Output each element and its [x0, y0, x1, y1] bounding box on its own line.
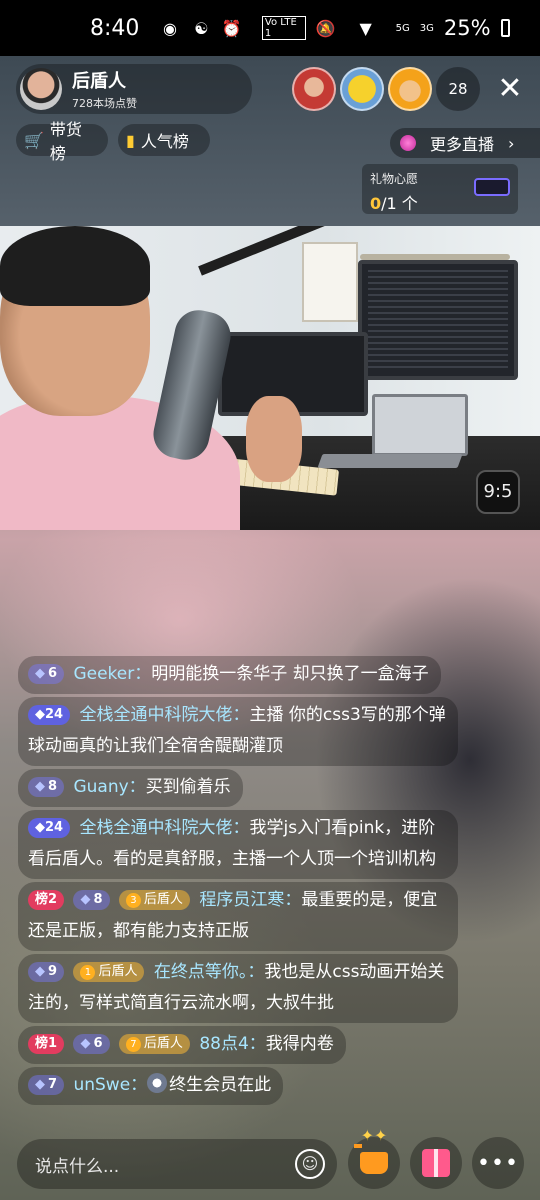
video-laptop-base — [317, 454, 463, 468]
emoji-icon[interactable]: ☺ — [295, 1149, 325, 1179]
sales-rank-button[interactable]: 🛒 带货榜 — [16, 120, 108, 163]
fan-badge: 7 后盾人 — [118, 1034, 190, 1054]
cart-icon: 🛒 — [24, 130, 44, 150]
chevron-right-icon: › — [508, 133, 515, 153]
chat-username[interactable]: 88点4： — [199, 1034, 265, 1054]
viewer-avatar[interactable] — [292, 67, 336, 111]
diamond-icon: ◆ — [35, 1077, 45, 1092]
fan-heart-icon: 3 — [125, 893, 141, 908]
status-time: 8:40 — [90, 15, 140, 41]
chat-message[interactable]: ◆24 全栈全通中科院大佬：我学js入门看pink，进阶看后盾人。看的是真舒服，… — [18, 810, 458, 879]
viewer-avatar[interactable] — [340, 67, 384, 111]
chat-message[interactable]: 榜1 ◆ 6 7 后盾人 88点4：我得内卷 — [18, 1026, 346, 1064]
status-bar: 8:40 ◉ ☯ ⏰ Vo LTE 1 🔕 ▼ 5G 3G 25% — [0, 0, 540, 56]
diamond-icon: ◆ — [35, 964, 45, 979]
chat-message[interactable]: ◆ 6 Geeker：明明能换一条华子 却只换了一盒海子 — [18, 656, 441, 694]
gift-wish-total: /1 个 — [381, 194, 418, 213]
viewer-avatar[interactable] — [388, 67, 432, 111]
chat-text: 明明能换一条华子 却只换了一盒海子 — [151, 664, 429, 684]
chat-username[interactable]: Geeker： — [73, 664, 151, 684]
host-info-pill[interactable]: 后盾人 728本场点赞 — [16, 64, 252, 114]
level-badge: ◆ 8 — [73, 890, 110, 910]
diamond-icon: ◆ — [80, 1036, 91, 1051]
video-clock: 9:5 — [476, 470, 520, 514]
level-badge: ◆ 8 — [28, 777, 65, 797]
sales-rank-label: 带货榜 — [49, 120, 82, 163]
shop-cart-button[interactable] — [348, 1137, 400, 1189]
gift-wish-card[interactable]: 礼物心愿 0/1 个 — [362, 164, 518, 214]
fan-heart-icon: 1 — [80, 965, 96, 980]
chat-message[interactable]: ◆ 9 1 后盾人 在终点等你。：我也是从css动画开始关注的，写样式简直行云流水啊… — [18, 954, 458, 1023]
cat-icon — [147, 1073, 168, 1093]
close-icon[interactable]: ✕ — [494, 70, 526, 108]
diamond-icon: ◆ — [35, 779, 45, 794]
more-live-button[interactable]: 更多直播 › — [390, 128, 540, 158]
level-badge: ◆ 7 — [28, 1075, 65, 1095]
fan-badge: 3 后盾人 — [118, 890, 190, 910]
more-dots-icon: ••• — [477, 1150, 519, 1176]
more-button[interactable]: ••• — [472, 1137, 524, 1189]
comment-input[interactable]: 说点什么... ☺ — [17, 1139, 337, 1189]
rank-badge: 榜2 — [28, 890, 65, 910]
chat-text: 终生会员在此 — [169, 1075, 272, 1095]
video-laptop — [372, 394, 468, 456]
host-name: 后盾人 — [72, 71, 126, 92]
diamond-icon: ◆ — [80, 892, 91, 907]
video-hand — [246, 396, 302, 482]
battery-icon — [500, 19, 511, 37]
host-avatar[interactable] — [20, 68, 62, 110]
host-likes: 728本场点赞 — [72, 97, 137, 110]
video-monitor-right — [358, 260, 518, 380]
level-badge: ◆ 6 — [28, 664, 65, 684]
chat-message[interactable]: ◆ 8 Guany：买到偷着乐 — [18, 769, 243, 807]
chat-message[interactable]: ◆24 全栈全通中科院大佬：主播 你的css3写的那个弹球动画真的让我们全宿舍醍… — [18, 697, 458, 766]
level-badge: ◆24 — [28, 818, 71, 838]
popularity-rank-button[interactable]: ▮ 人气榜 — [118, 124, 210, 156]
chat-username[interactable]: 全栈全通中科院大佬： — [80, 818, 250, 838]
live-dot-icon — [400, 135, 416, 151]
sunglasses-gift-icon — [474, 178, 510, 196]
diamond-icon: ◆ — [35, 666, 45, 681]
chat-bubble-icon: ◉ — [163, 18, 177, 38]
mute-icon: 🔕 — [315, 18, 336, 38]
wechat-icon: ☯ — [194, 18, 209, 38]
chat-username[interactable]: Guany： — [73, 777, 145, 797]
chat-list[interactable]: ◆ 6 Geeker：明明能换一条华子 却只换了一盒海子 ◆24 全栈全通中科院大… — [18, 656, 468, 1108]
fan-heart-icon: 7 — [125, 1037, 141, 1052]
shopping-cart-icon — [354, 1144, 388, 1174]
level-badge: ◆ 6 — [73, 1034, 110, 1054]
chat-text: 买到偷着乐 — [145, 777, 231, 797]
video-wall-picture — [302, 242, 358, 322]
live-video[interactable]: 9:5 — [0, 226, 540, 530]
chat-username[interactable]: 程序员江寒： — [199, 890, 301, 910]
volte-icon: Vo LTE 1 — [261, 16, 306, 40]
level-badge: ◆24 — [28, 705, 71, 725]
chat-message[interactable]: ◆ 7 unSwe： 终生会员在此 — [18, 1067, 284, 1105]
signal-3g-icon: 3G — [419, 22, 434, 34]
gift-button[interactable] — [410, 1137, 462, 1189]
wifi-icon: ▼ — [359, 18, 372, 38]
comment-placeholder: 说点什么... — [35, 1156, 120, 1177]
battery-level: 25% — [443, 16, 491, 40]
chat-username[interactable]: 在终点等你。： — [154, 962, 265, 982]
chat-message[interactable]: 榜2 ◆ 8 3 后盾人 程序员江寒：最重要的是，便宜还是正版，都有能力支持正版 — [18, 882, 458, 951]
diamond-icon: ◆ — [35, 707, 45, 722]
chat-username[interactable]: 全栈全通中科院大佬： — [80, 705, 250, 725]
alarm-icon: ⏰ — [221, 18, 242, 38]
gift-wish-current: 0 — [370, 194, 382, 213]
chat-text: 我得内卷 — [265, 1034, 334, 1054]
popularity-rank-label: 人气榜 — [140, 132, 189, 151]
diamond-icon: ◆ — [35, 820, 45, 835]
viewer-count[interactable]: 28 — [436, 67, 480, 111]
fan-badge: 1 后盾人 — [73, 962, 145, 982]
gift-icon — [422, 1149, 450, 1177]
signal-5g-icon: 5G — [395, 22, 410, 34]
level-badge: ◆ 9 — [28, 962, 65, 982]
chat-username[interactable]: unSwe： — [73, 1075, 147, 1095]
more-live-label: 更多直播 — [430, 135, 495, 154]
bar-chart-icon: ▮ — [126, 130, 135, 150]
rank-badge: 榜1 — [28, 1034, 65, 1054]
